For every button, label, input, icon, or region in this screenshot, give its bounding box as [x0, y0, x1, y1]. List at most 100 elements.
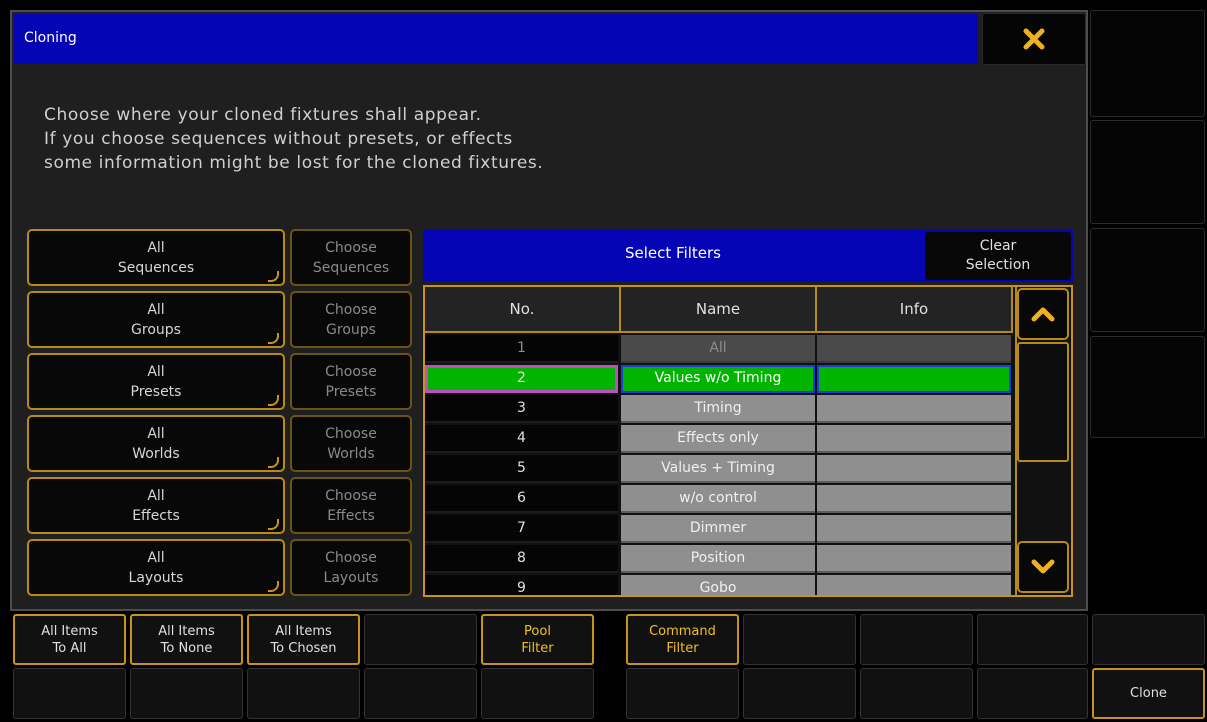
choose-layouts-line2: Layouts	[323, 569, 379, 586]
command-filter-button[interactable]: Command Filter	[626, 614, 739, 665]
empty-button[interactable]	[860, 668, 973, 719]
choose-worlds-button[interactable]: Choose Worlds	[290, 415, 412, 472]
pool-filter-button[interactable]: Pool Filter	[481, 614, 594, 665]
pool-filter-line1: Pool	[524, 623, 551, 639]
all-to-chosen-line2: To Chosen	[270, 640, 337, 656]
table-row[interactable]: 9 Gobo	[425, 575, 1011, 595]
choose-layouts-line1: Choose	[325, 549, 377, 566]
title-bar	[14, 14, 978, 64]
chevron-up-icon	[1031, 307, 1055, 322]
all-to-all-line2: To All	[52, 640, 87, 656]
side-panel-3[interactable]	[1090, 228, 1205, 332]
choose-effects-line1: Choose	[325, 487, 377, 504]
message-line-1: Choose where your cloned fixtures shall …	[44, 105, 482, 125]
table-row[interactable]: 6 w/o control	[425, 485, 1011, 513]
dropdown-corner-icon	[268, 395, 279, 406]
empty-button[interactable]	[247, 668, 360, 719]
choose-presets-line2: Presets	[325, 383, 377, 400]
all-groups-line2: Groups	[131, 321, 181, 338]
table-row[interactable]: 5 Values + Timing	[425, 455, 1011, 483]
choose-effects-button[interactable]: Choose Effects	[290, 477, 412, 534]
table-row[interactable]: 4 Effects only	[425, 425, 1011, 453]
choose-sequences-line1: Choose	[325, 239, 377, 256]
row-no: 4	[425, 425, 618, 453]
table-row[interactable]: 8 Position	[425, 545, 1011, 573]
all-items-to-all-button[interactable]: All Items To All	[13, 614, 126, 665]
all-to-none-line2: To None	[160, 640, 213, 656]
all-items-to-chosen-button[interactable]: All Items To Chosen	[247, 614, 360, 665]
table-row-selected[interactable]: 2 Values w/o Timing	[425, 365, 1011, 393]
row-info	[817, 515, 1011, 543]
scrollbar-thumb[interactable]	[1017, 342, 1069, 462]
empty-button[interactable]	[743, 668, 856, 719]
choose-sequences-button[interactable]: Choose Sequences	[290, 229, 412, 286]
table-row[interactable]: 3 Timing	[425, 395, 1011, 423]
empty-button[interactable]	[130, 668, 243, 719]
row-info	[817, 395, 1011, 423]
side-panel-1[interactable]	[1090, 10, 1205, 117]
empty-button[interactable]	[626, 668, 739, 719]
chevron-down-icon	[1031, 559, 1055, 574]
scroll-up-button[interactable]	[1017, 288, 1069, 340]
column-header-name[interactable]: Name	[621, 287, 817, 333]
all-effects-button[interactable]: All Effects	[27, 477, 285, 534]
all-items-to-none-button[interactable]: All Items To None	[130, 614, 243, 665]
close-button[interactable]	[982, 13, 1086, 65]
all-sequences-line1: All	[147, 239, 165, 256]
empty-button[interactable]	[860, 614, 973, 665]
scroll-down-button[interactable]	[1017, 541, 1069, 593]
row-no: 5	[425, 455, 618, 483]
empty-button[interactable]	[13, 668, 126, 719]
all-worlds-button[interactable]: All Worlds	[27, 415, 285, 472]
row-no: 9	[425, 575, 618, 595]
empty-button[interactable]	[481, 668, 594, 719]
all-sequences-line2: Sequences	[117, 259, 195, 276]
column-header-no[interactable]: No.	[425, 287, 621, 333]
choose-groups-button[interactable]: Choose Groups	[290, 291, 412, 348]
row-info	[817, 485, 1011, 513]
row-no: 6	[425, 485, 618, 513]
row-name: Timing	[621, 395, 815, 423]
all-to-none-line1: All Items	[158, 623, 215, 639]
side-panel-2[interactable]	[1090, 120, 1205, 224]
dropdown-corner-icon	[268, 457, 279, 468]
clone-button[interactable]: Clone	[1092, 668, 1205, 719]
choose-groups-line1: Choose	[325, 301, 377, 318]
clear-selection-line1: Clear	[979, 238, 1017, 254]
all-groups-button[interactable]: All Groups	[27, 291, 285, 348]
all-presets-line1: All	[147, 363, 165, 380]
all-layouts-line2: Layouts	[128, 569, 184, 586]
choose-layouts-button[interactable]: Choose Layouts	[290, 539, 412, 596]
all-layouts-button[interactable]: All Layouts	[27, 539, 285, 596]
choose-worlds-line1: Choose	[325, 425, 377, 442]
close-x-icon	[1023, 28, 1045, 50]
empty-button[interactable]	[1092, 614, 1205, 665]
table-row[interactable]: 7 Dimmer	[425, 515, 1011, 543]
empty-button[interactable]	[977, 614, 1088, 665]
row-name: Dimmer	[621, 515, 815, 543]
row-name: Position	[621, 545, 815, 573]
table-row[interactable]: 1 All	[425, 335, 1011, 363]
row-no: 3	[425, 395, 618, 423]
dropdown-corner-icon	[268, 581, 279, 592]
empty-button[interactable]	[364, 668, 477, 719]
choose-worlds-line2: Worlds	[327, 445, 375, 462]
empty-button[interactable]	[977, 668, 1088, 719]
choose-presets-button[interactable]: Choose Presets	[290, 353, 412, 410]
dropdown-corner-icon	[268, 271, 279, 282]
empty-button[interactable]	[364, 614, 477, 665]
clear-selection-button[interactable]: Clear Selection	[925, 232, 1071, 280]
empty-button[interactable]	[743, 614, 856, 665]
all-layouts-line1: All	[147, 549, 165, 566]
all-presets-button[interactable]: All Presets	[27, 353, 285, 410]
row-info	[817, 425, 1011, 453]
command-filter-line1: Command	[649, 623, 716, 639]
all-effects-line1: All	[147, 487, 165, 504]
choose-groups-line2: Groups	[326, 321, 376, 338]
row-info	[817, 575, 1011, 595]
all-sequences-button[interactable]: All Sequences	[27, 229, 285, 286]
row-no: 8	[425, 545, 618, 573]
side-panel-4[interactable]	[1090, 336, 1205, 438]
row-name: Effects only	[621, 425, 815, 453]
column-header-info[interactable]: Info	[817, 287, 1013, 333]
